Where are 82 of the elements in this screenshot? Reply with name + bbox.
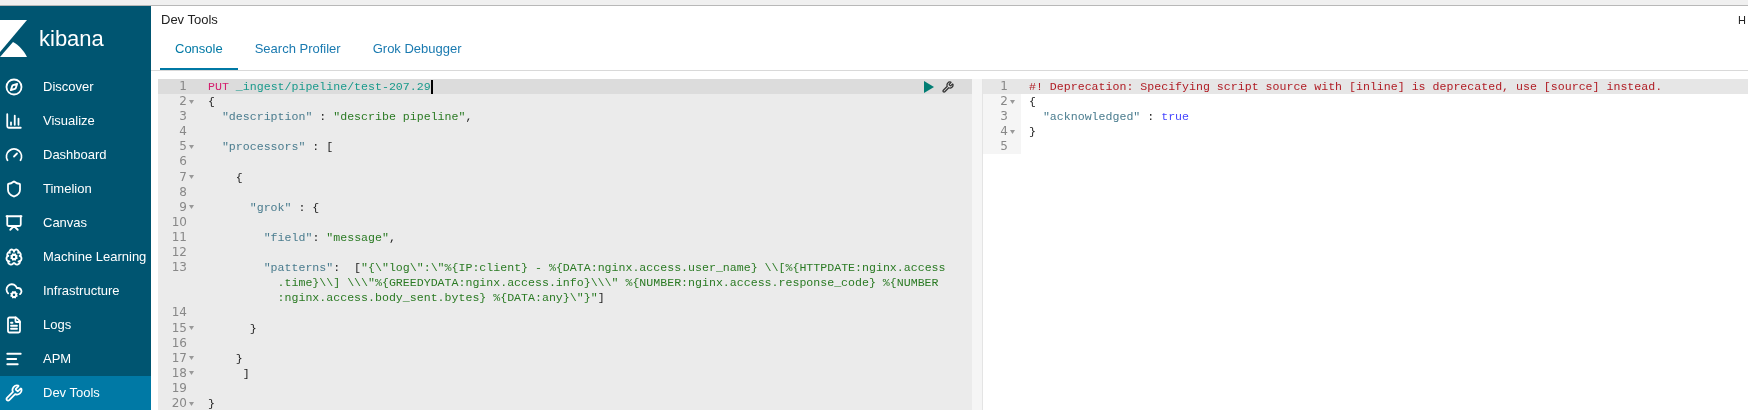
code-line: }	[234, 350, 243, 366]
code-line: {	[234, 169, 243, 185]
fold-icon[interactable]	[189, 205, 194, 210]
line-number: 3	[1000, 109, 1008, 125]
line-number: 12	[171, 245, 187, 261]
bar-chart-icon	[5, 112, 23, 130]
gauge-icon	[5, 146, 23, 164]
line-number: 5	[1000, 139, 1008, 155]
nav-item[interactable]: Discover	[0, 70, 151, 104]
code-line: {	[208, 94, 215, 110]
nav-item[interactable]: Dashboard	[0, 138, 151, 172]
line-number: 4	[179, 124, 187, 140]
document-icon	[5, 316, 23, 334]
fold-icon[interactable]	[189, 99, 194, 104]
code-line: "patterns": ["{\"log\":\"%{IP:client} - %{DATA:nginx.access.user_name} \\[%{HTTPDATE:nginx.access	[262, 260, 946, 276]
brain-icon	[5, 248, 23, 266]
wrench-icon	[5, 384, 23, 402]
line-number: 11	[171, 229, 187, 246]
line-number: 17	[171, 350, 187, 366]
fold-icon[interactable]	[189, 371, 194, 376]
code-line: }	[208, 395, 215, 410]
line-number: 2	[1000, 94, 1008, 110]
line-number: 7	[179, 169, 187, 185]
play-icon[interactable]	[924, 81, 934, 93]
fold-icon[interactable]	[189, 401, 194, 406]
line-number: 13	[171, 260, 187, 276]
line-number: 1	[1000, 79, 1008, 95]
line-number: 20	[171, 395, 187, 410]
line-number: 19	[171, 380, 187, 396]
code-line: }	[1029, 124, 1036, 140]
code-line: .time}\\] \\\"%{GREEDYDATA:nginx.access.info}\\\" %{NUMBER:nginx.access.response_code} %{NUMBER	[276, 275, 939, 291]
code-line: ]	[241, 365, 250, 381]
nav-item[interactable]: Machine Learning	[0, 240, 151, 274]
compass-icon	[5, 78, 23, 96]
code-line: "grok" : {	[248, 199, 320, 215]
fold-icon[interactable]	[189, 175, 194, 180]
line-number: 1	[179, 79, 187, 95]
line-number: 15	[171, 320, 187, 336]
header-text: H	[1738, 13, 1747, 28]
logo-text: kibana	[39, 24, 104, 53]
code-line: :nginx.access.body_sent.bytes} %{DATA:any}\"}"]	[276, 290, 605, 306]
wrench-icon[interactable]	[942, 81, 954, 93]
tab[interactable]: Search Profiler	[239, 30, 356, 70]
nav-item[interactable]: Logs	[0, 308, 151, 342]
code-line: }	[248, 320, 257, 336]
page-title: Dev Tools	[161, 11, 218, 29]
nav-item[interactable]: Canvas	[0, 206, 151, 240]
logo-icon	[0, 19, 27, 57]
line-number: 16	[171, 335, 187, 351]
presentation-icon	[5, 214, 23, 232]
nav-item[interactable]: Visualize	[0, 104, 151, 138]
nav-item[interactable]: Infrastructure	[0, 274, 151, 308]
fold-icon[interactable]	[1010, 99, 1015, 104]
cloud-icon	[5, 282, 23, 300]
line-number: 5	[179, 139, 187, 155]
code-line: "processors" : [	[220, 139, 334, 155]
code-line: {	[1029, 94, 1036, 110]
fold-icon[interactable]	[1010, 129, 1015, 134]
line-number: 3	[179, 109, 187, 125]
nav-item[interactable]: APM	[0, 342, 151, 376]
fold-icon[interactable]	[189, 356, 194, 361]
code-line: "description" : "describe pipeline",	[220, 109, 473, 125]
line-number: 10	[171, 214, 187, 230]
code-line: "acknowledged" : true	[1041, 109, 1190, 125]
tab[interactable]: Grok Debugger	[357, 30, 477, 70]
lines-icon	[5, 350, 23, 368]
code-line: "field": "message",	[262, 229, 396, 246]
nav-item[interactable]: Dev Tools	[0, 376, 151, 410]
line-number: 6	[179, 154, 187, 170]
line-number: 18	[171, 365, 187, 381]
line-number: 4	[1000, 124, 1008, 140]
code-line: #! Deprecation: Specifying script source with [inline] is deprecated, use [source] instead.	[1029, 79, 1663, 95]
code-line: PUT _ingest/pipeline/test-207.29	[208, 79, 431, 95]
fold-icon[interactable]	[189, 326, 194, 331]
nav-item[interactable]: Timelion	[0, 172, 151, 206]
line-number: 14	[171, 305, 187, 321]
line-number: 8	[179, 184, 187, 200]
line-number: 9	[179, 199, 187, 215]
text-cursor	[430, 79, 433, 94]
shield-icon	[5, 180, 23, 198]
fold-icon[interactable]	[189, 144, 194, 149]
line-number: 2	[179, 94, 187, 110]
